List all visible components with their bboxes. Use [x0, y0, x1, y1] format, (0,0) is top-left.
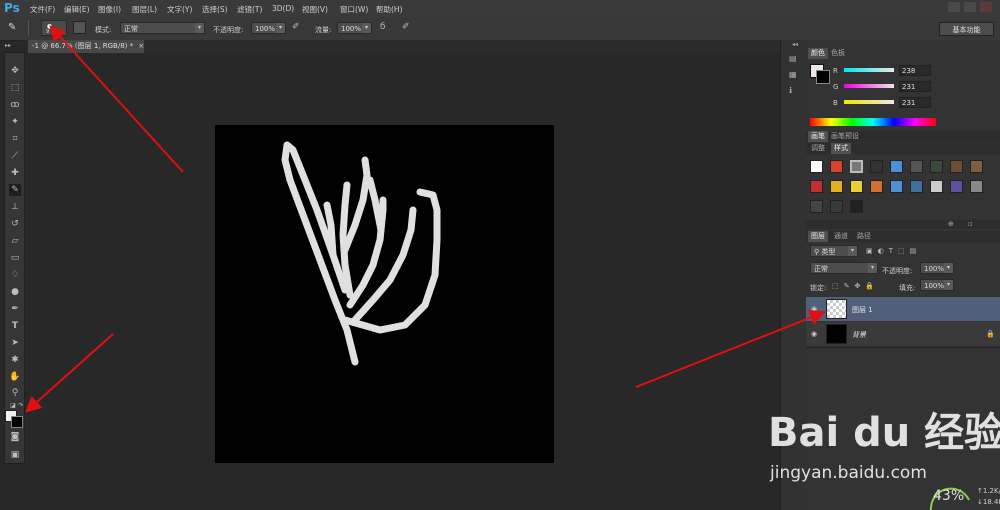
cpu-percent: 43%: [933, 488, 965, 504]
upload-speed-value: 1.2K/s: [982, 487, 1000, 495]
arrow-to-layer: [635, 310, 826, 388]
arrow-to-color-swatch: [25, 333, 114, 413]
download-speed-value: 18.4K/s: [982, 498, 1000, 506]
baidu-watermark-logo: Bai du 经验: [768, 410, 1000, 456]
download-speed: ↓18.4K/s: [977, 498, 1000, 506]
upload-speed: ↑1.2K/s: [977, 487, 1000, 495]
baidu-watermark-url: jingyan.baidu.com: [770, 463, 927, 483]
network-monitor-widget: 43% ↑1.2K/s ↓18.4K/s: [925, 482, 1000, 510]
arrow-to-brush-picker: [49, 25, 184, 173]
